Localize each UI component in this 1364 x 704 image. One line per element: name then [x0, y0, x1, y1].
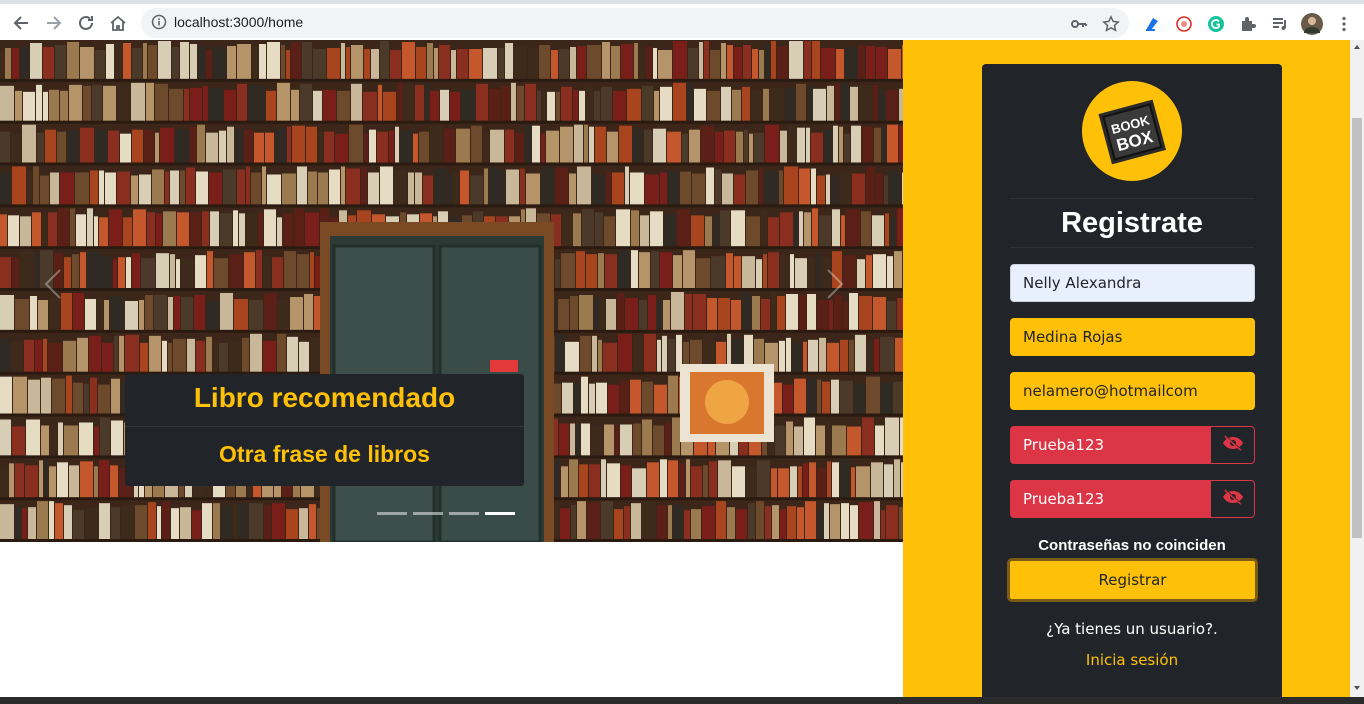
browser-toolbar: localhost:3000/home [0, 0, 1364, 40]
profile-avatar[interactable] [1301, 13, 1323, 35]
register-title: Registrate [1010, 198, 1254, 248]
login-link[interactable]: Inicia sesión [982, 651, 1282, 669]
carousel-caption: Libro recomendado Otra frase de libros [125, 374, 524, 486]
last-name-field[interactable]: Medina Rojas [1010, 318, 1255, 356]
forward-icon[interactable] [41, 10, 67, 36]
first-name-field[interactable]: Nelly Alexandra [1010, 264, 1255, 302]
register-button[interactable]: Registrar [1007, 558, 1258, 602]
caption-divider [125, 426, 524, 427]
recording-extension-icon[interactable] [1173, 13, 1195, 35]
info-icon[interactable] [151, 14, 167, 30]
toggle-password-button[interactable] [1210, 426, 1255, 464]
media-icon[interactable] [1269, 13, 1291, 35]
password-field[interactable]: Prueba123 [1010, 426, 1210, 464]
confirm-password-field[interactable]: Prueba123 [1010, 480, 1210, 518]
scrollbar-thumb[interactable] [1352, 118, 1362, 538]
carousel-indicators [377, 512, 515, 515]
eye-slash-icon [1222, 435, 1244, 455]
url-text: localhost:3000/home [174, 14, 304, 30]
confirm-password-group: Prueba123 [1010, 480, 1255, 518]
email-field[interactable]: nelamero@hotmailcom [1010, 372, 1255, 410]
puzzle-icon[interactable] [1237, 13, 1259, 35]
back-icon[interactable] [8, 10, 34, 36]
menu-icon[interactable] [1333, 13, 1355, 35]
star-icon[interactable] [1102, 15, 1120, 33]
eye-slash-icon [1222, 489, 1244, 509]
password-group: Prueba123 [1010, 426, 1255, 464]
register-card: BOOK BOX Registrate Nelly Alexandra Medi… [982, 64, 1282, 697]
scroll-down-icon[interactable] [1350, 681, 1364, 695]
extension-icon[interactable] [1141, 13, 1163, 35]
toggle-confirm-password-button[interactable] [1210, 480, 1255, 518]
carousel-indicator[interactable] [485, 512, 515, 515]
have-account-text: ¿Ya tienes un usuario?. [1046, 620, 1218, 638]
address-bar[interactable]: localhost:3000/home [141, 8, 1129, 38]
carousel[interactable]: Libro recomendado Otra frase de libros [0, 40, 903, 542]
carousel-indicator[interactable] [377, 512, 407, 515]
scrollbar[interactable] [1350, 40, 1364, 697]
scroll-up-icon[interactable] [1350, 40, 1364, 54]
home-icon[interactable] [105, 10, 131, 36]
key-icon[interactable] [1070, 15, 1088, 33]
page-content: Libro recomendado Otra frase de libros B… [0, 40, 1350, 697]
password-mismatch-error: Contraseñas no coinciden [1038, 537, 1226, 554]
caption-subtitle: Otra frase de libros [219, 441, 430, 467]
caption-title: Libro recomendado [193, 382, 456, 413]
grammarly-icon[interactable] [1205, 13, 1227, 35]
bookbox-logo: BOOK BOX [1082, 81, 1182, 181]
carousel-indicator[interactable] [449, 512, 479, 515]
carousel-indicator[interactable] [413, 512, 443, 515]
reload-icon[interactable] [73, 10, 99, 36]
taskbar [0, 697, 1364, 704]
register-panel: BOOK BOX Registrate Nelly Alexandra Medi… [903, 40, 1350, 697]
